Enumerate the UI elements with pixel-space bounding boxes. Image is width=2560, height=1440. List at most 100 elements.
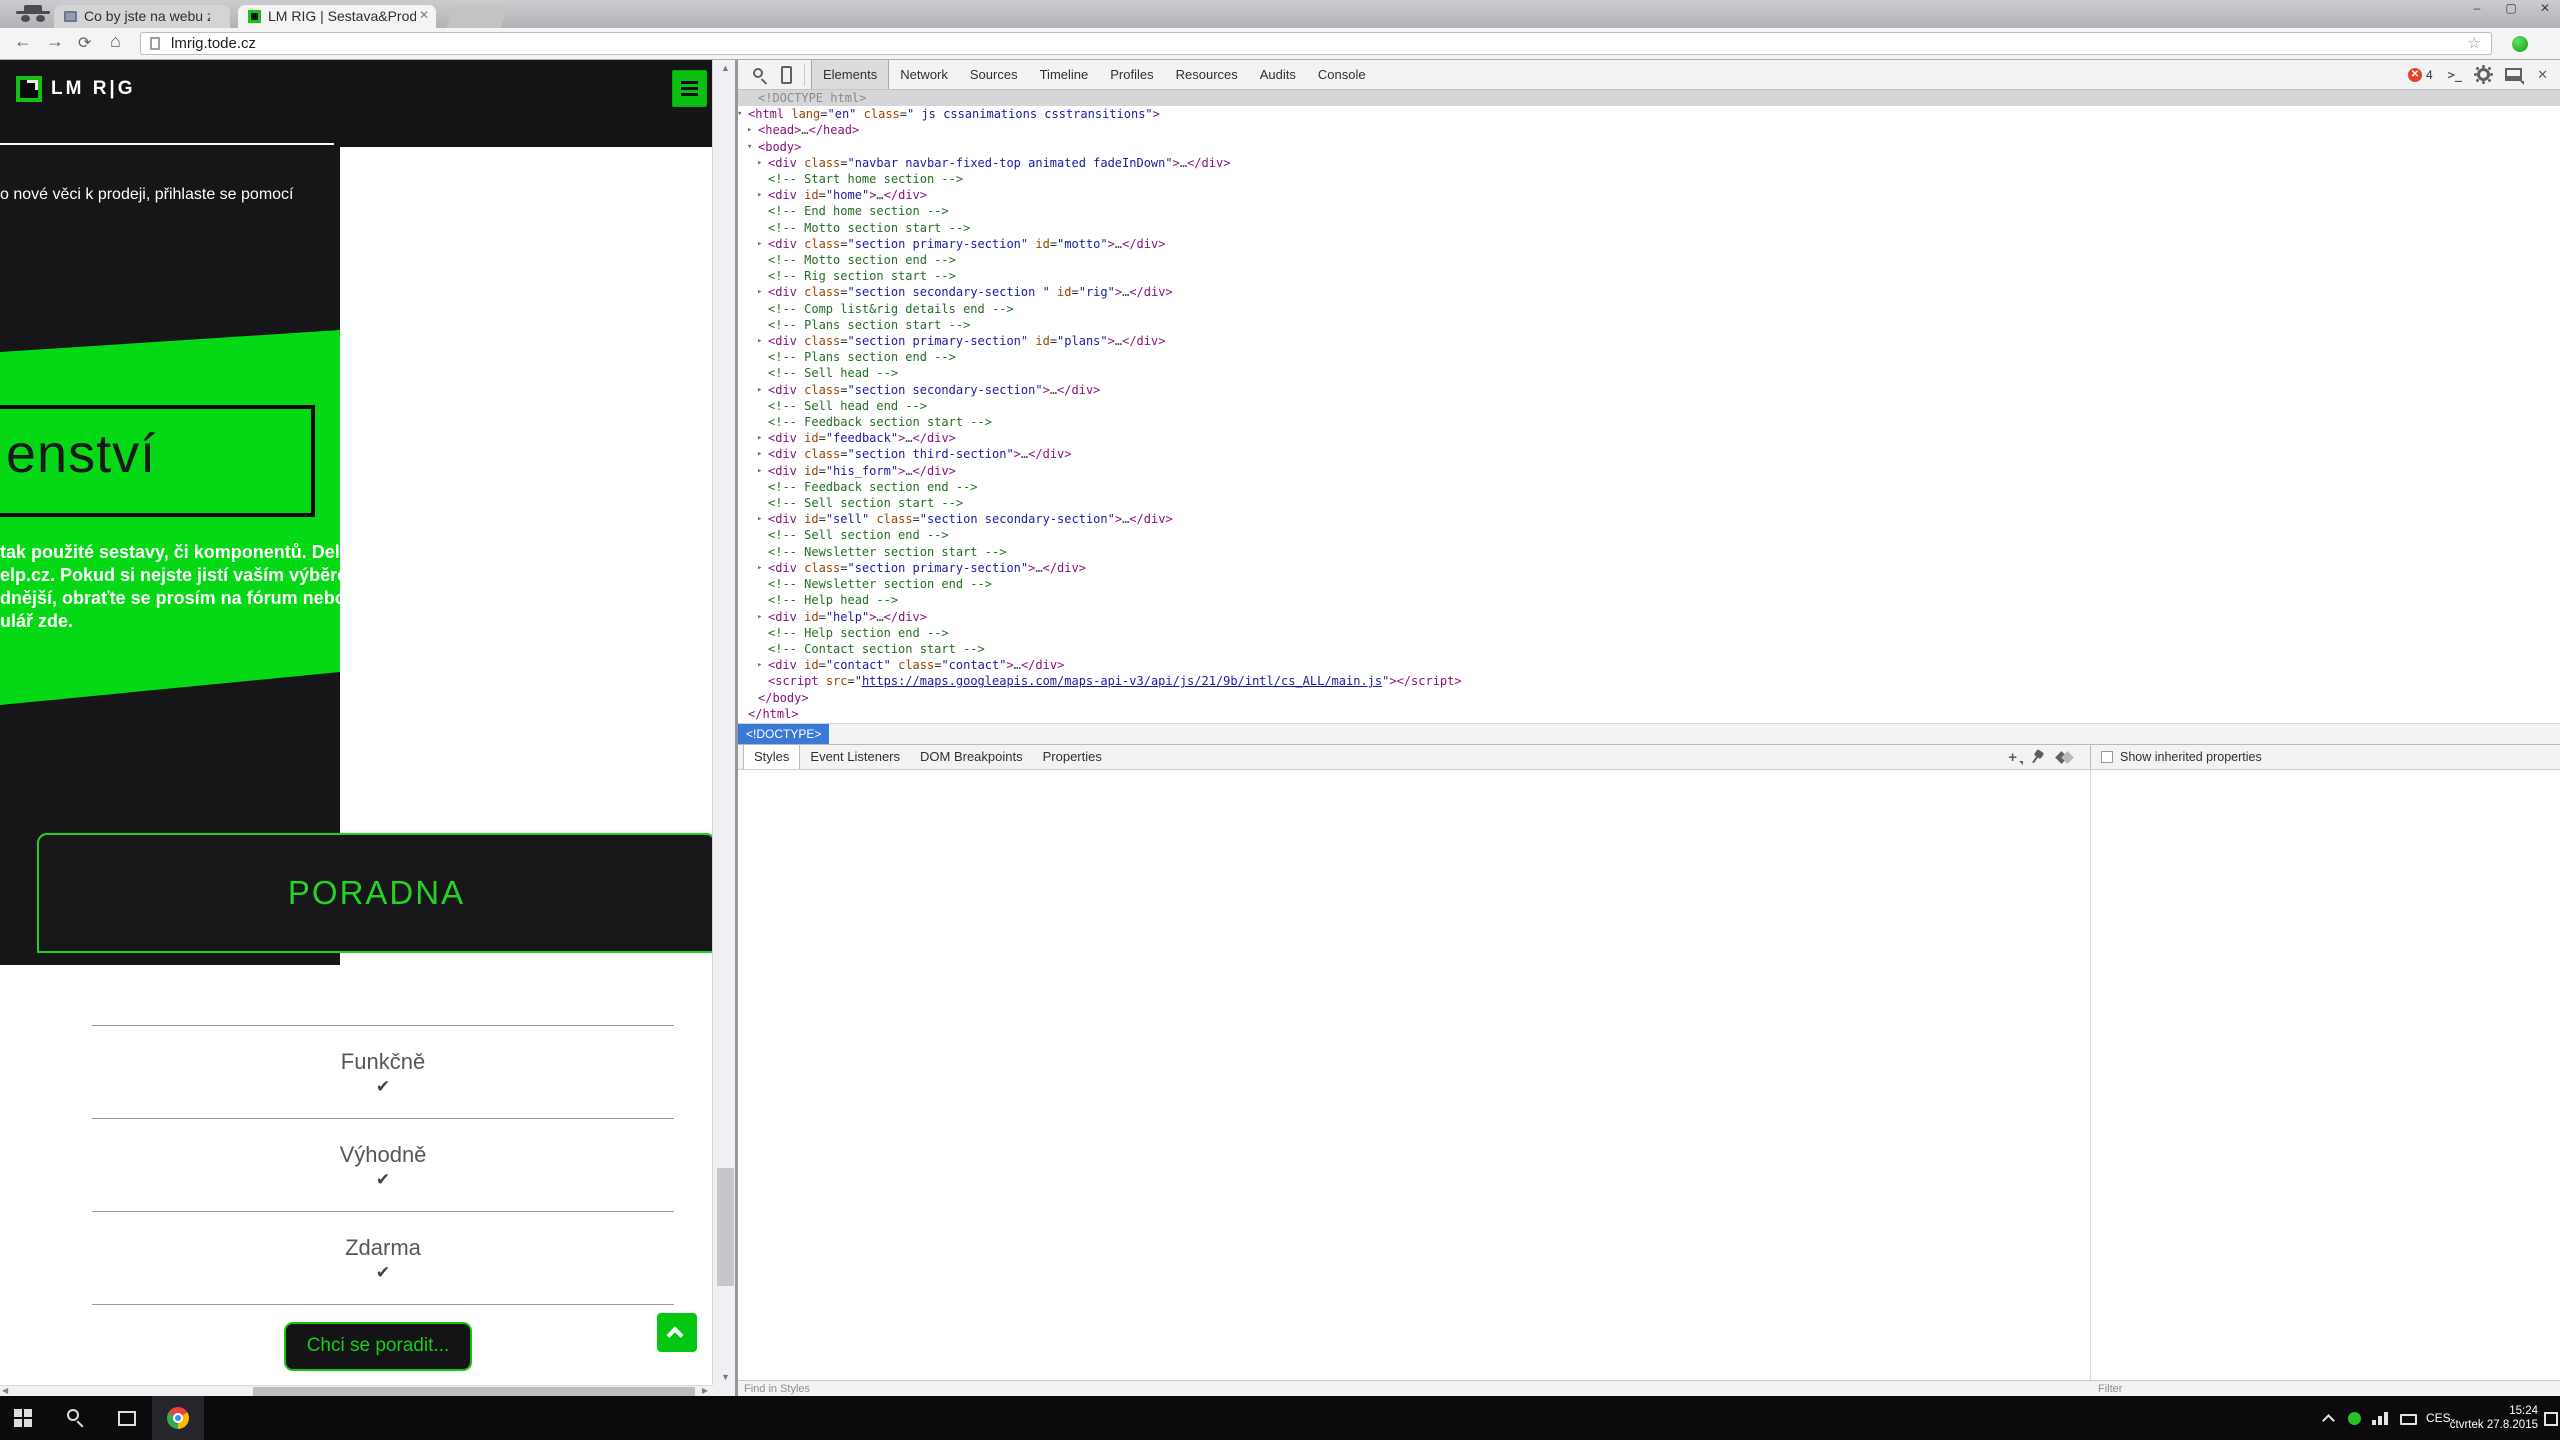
code-line[interactable]: ▾<body> [738, 139, 2560, 155]
action-center-icon[interactable] [2544, 1412, 2558, 1426]
expand-arrow-icon[interactable]: ▸ [757, 430, 762, 446]
code-line[interactable]: </html> [738, 706, 2560, 722]
device-mode-icon[interactable] [774, 60, 800, 90]
error-badge[interactable]: ✕ 4 [2408, 68, 2433, 82]
extension-icon[interactable] [2512, 36, 2528, 52]
sidebar-tab-styles[interactable]: Styles [743, 745, 800, 769]
code-line[interactable]: ▸<div class="section secondary-section "… [738, 284, 2560, 300]
code-line[interactable]: <!DOCTYPE html> [738, 90, 2560, 106]
devtools-tab-resources[interactable]: Resources [1165, 60, 1249, 89]
horizontal-scrollbar[interactable]: ◀ ▶ [0, 1385, 712, 1396]
code-line[interactable]: ▸<div class="section primary-section" id… [738, 236, 2560, 252]
task-view-icon[interactable] [118, 1411, 136, 1426]
sidebar-tab-properties[interactable]: Properties [1033, 745, 1112, 769]
breadcrumb-item[interactable]: <!DOCTYPE> [738, 724, 829, 745]
new-tab-button[interactable] [447, 7, 508, 28]
expand-arrow-icon[interactable]: ▸ [757, 382, 762, 398]
maximize-button[interactable]: ▢ [2504, 1, 2518, 15]
expand-arrow-icon[interactable]: ▸ [757, 609, 762, 625]
scrollbar-left-icon[interactable]: ◀ [2, 1386, 8, 1395]
dock-side-icon[interactable] [2505, 68, 2522, 81]
color-format-icon[interactable] [2057, 753, 2072, 762]
code-line[interactable]: ▸<div id="feedback">…</div> [738, 430, 2560, 446]
inspect-element-icon[interactable] [748, 60, 774, 90]
expand-arrow-icon[interactable]: ▸ [757, 657, 762, 673]
code-line[interactable]: ▸<div id="home">…</div> [738, 187, 2560, 203]
filter-input[interactable] [2098, 1382, 2398, 1395]
expand-arrow-icon[interactable]: ▸ [757, 333, 762, 349]
code-line[interactable]: ▸<div id="contact" class="contact">…</di… [738, 657, 2560, 673]
scrollbar-thumb[interactable] [253, 1387, 695, 1396]
expand-arrow-icon[interactable]: ▸ [757, 187, 762, 203]
code-line[interactable]: <!-- Help section end --> [738, 625, 2560, 641]
code-line[interactable]: <!-- Feedback section start --> [738, 414, 2560, 430]
expand-arrow-icon[interactable]: ▸ [757, 463, 762, 479]
close-button[interactable]: ✕ [2538, 1, 2552, 15]
list-item[interactable]: Funkčně✔ [92, 1026, 674, 1118]
bookmark-star-icon[interactable]: ☆ [2468, 34, 2481, 52]
new-style-rule-icon[interactable]: + [2008, 749, 2017, 766]
devtools-tab-network[interactable]: Network [889, 60, 959, 89]
expand-arrow-icon[interactable]: ▸ [747, 122, 752, 138]
code-line[interactable]: <!-- Plans section end --> [738, 349, 2560, 365]
code-line[interactable]: <!-- Help head --> [738, 592, 2560, 608]
code-line[interactable]: ▸<div class="section third-section">…</d… [738, 446, 2560, 462]
devtools-tab-sources[interactable]: Sources [959, 60, 1029, 89]
list-item[interactable]: Výhodně✔ [92, 1119, 674, 1211]
console-drawer-icon[interactable]: >_ [2448, 68, 2462, 82]
code-line[interactable]: <!-- End home section --> [738, 203, 2560, 219]
browser-tab[interactable]: Co by jste na webu změni [54, 5, 230, 28]
code-line[interactable]: <!-- Motto section start --> [738, 220, 2560, 236]
list-item[interactable]: Zdarma✔ [92, 1212, 674, 1304]
sidebar-tab-dom-breakpoints[interactable]: DOM Breakpoints [910, 745, 1033, 769]
expand-arrow-icon[interactable]: ▸ [757, 511, 762, 527]
menu-button[interactable] [672, 70, 707, 107]
reload-icon[interactable]: ⟳ [78, 33, 91, 53]
devtools-close-icon[interactable]: ✕ [2537, 67, 2548, 83]
expand-arrow-icon[interactable]: ▸ [757, 284, 762, 300]
code-line[interactable]: </body> [738, 690, 2560, 706]
devtools-tab-console[interactable]: Console [1307, 60, 1377, 89]
code-line[interactable]: <!-- Newsletter section start --> [738, 544, 2560, 560]
devtools-tab-audits[interactable]: Audits [1249, 60, 1307, 89]
code-line[interactable]: <!-- Sell section start --> [738, 495, 2560, 511]
code-line[interactable]: <!-- Rig section start --> [738, 268, 2560, 284]
devtools-tab-timeline[interactable]: Timeline [1029, 60, 1100, 89]
devtools-tab-elements[interactable]: Elements [811, 60, 889, 89]
show-inherited-checkbox[interactable] [2101, 751, 2113, 763]
minimize-button[interactable]: – [2470, 1, 2484, 15]
expand-arrow-icon[interactable]: ▸ [757, 155, 762, 171]
back-icon[interactable]: ← [14, 31, 32, 52]
browser-tab[interactable]: LM RIG | Sestava&Prodej✕ [238, 5, 436, 28]
url-text[interactable]: lmrig.tode.cz [171, 35, 256, 52]
site-logo[interactable]: LM R|G [16, 76, 136, 102]
start-button-icon[interactable] [14, 1409, 32, 1427]
expand-arrow-icon[interactable]: ▸ [757, 446, 762, 462]
code-line[interactable]: <script src="https://maps.googleapis.com… [738, 673, 2560, 689]
code-line[interactable]: <!-- Sell head end --> [738, 398, 2560, 414]
expand-arrow-icon[interactable]: ▸ [757, 236, 762, 252]
network-icon[interactable] [2372, 1412, 2390, 1425]
code-line[interactable]: <!-- Comp list&rig details end --> [738, 301, 2560, 317]
code-line[interactable]: <!-- Feedback section end --> [738, 479, 2560, 495]
code-line[interactable]: <!-- Contact section start --> [738, 641, 2560, 657]
code-line[interactable]: <!-- Start home section --> [738, 171, 2560, 187]
pane-divider[interactable] [2090, 770, 2091, 1380]
scroll-top-button[interactable] [657, 1313, 697, 1352]
code-line[interactable]: ▸<div id="sell" class="section secondary… [738, 511, 2560, 527]
clock[interactable]: 15:24 čtvrtek 27.8.2015 [2442, 1404, 2538, 1432]
code-line[interactable]: <!-- Newsletter section end --> [738, 576, 2560, 592]
element-state-pin-icon[interactable] [2028, 748, 2046, 766]
touch-keyboard-icon[interactable] [2400, 1414, 2417, 1425]
code-line[interactable]: <!-- Sell section end --> [738, 527, 2560, 543]
code-line[interactable]: ▸<div class="section secondary-section">… [738, 382, 2560, 398]
sidebar-tab-event-listeners[interactable]: Event Listeners [800, 745, 910, 769]
collapse-arrow-icon[interactable]: ▾ [738, 106, 742, 122]
taskbar-search-icon[interactable] [66, 1408, 86, 1428]
forward-icon[interactable]: → [46, 31, 64, 52]
collapse-arrow-icon[interactable]: ▾ [747, 139, 752, 155]
code-line[interactable]: ▸<div id="his_form">…</div> [738, 463, 2560, 479]
scrollbar-right-icon[interactable]: ▶ [702, 1386, 708, 1395]
code-line[interactable]: <!-- Motto section end --> [738, 252, 2560, 268]
taskbar-chrome-button[interactable] [152, 1396, 204, 1440]
